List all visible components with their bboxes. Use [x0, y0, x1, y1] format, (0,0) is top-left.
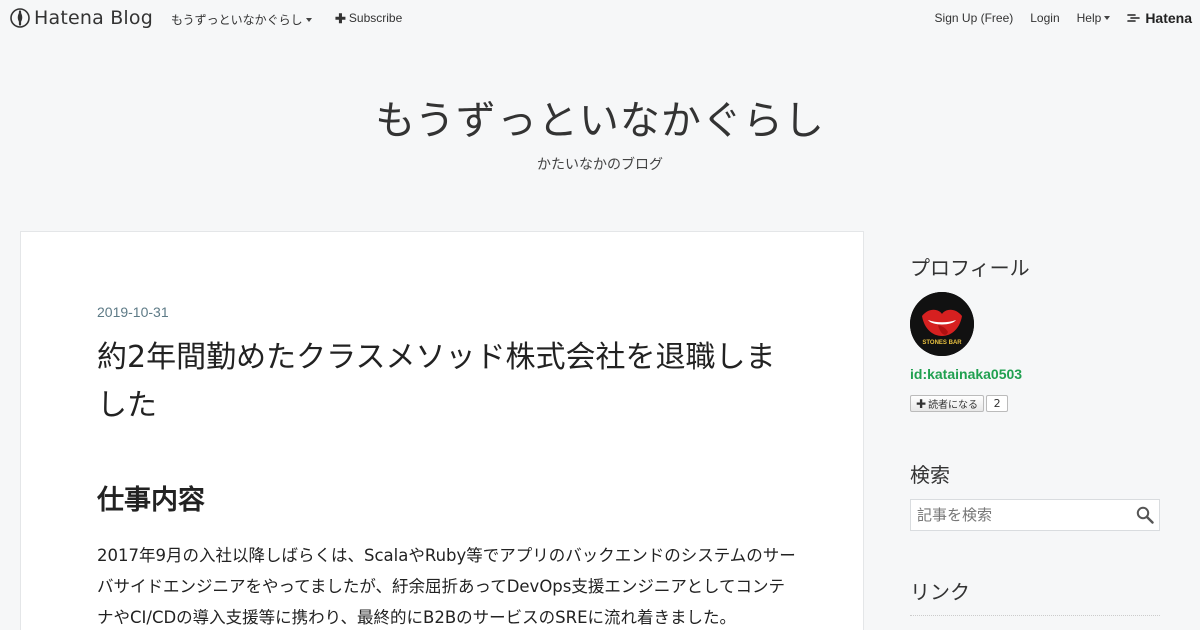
hatena-blog-pen-icon	[10, 8, 30, 28]
blog-title[interactable]: もうずっといなかぐらし	[0, 88, 1200, 146]
help-menu[interactable]: Help	[1077, 11, 1111, 25]
global-header-right: Sign Up (Free) Login Help Hatena	[935, 0, 1200, 36]
entry-date[interactable]: 2019-10-31	[97, 304, 169, 320]
sign-up-link[interactable]: Sign Up (Free)	[935, 11, 1014, 25]
blog-menu-dropdown[interactable]: もうずっといなかぐらし	[171, 11, 312, 28]
plus-icon: ✚	[335, 10, 346, 26]
entry-body-paragraph: 2017年9月の入社以降しばらくは、ScalaやRuby等でアプリのバックエンド…	[97, 546, 796, 627]
global-header: Hatena Blog もうずっといなかぐらし ✚ Subscribe Sign…	[0, 0, 1200, 36]
blog-description: かたいなかのブログ	[537, 157, 663, 173]
subscribe-label: Subscribe	[348, 11, 403, 25]
plus-icon: ✚	[916, 396, 927, 411]
caret-down-icon	[1104, 16, 1111, 20]
become-reader-label: 読者になる	[928, 400, 979, 411]
search-heading: 検索	[910, 463, 950, 487]
become-reader-button[interactable]: ✚ 読者になる	[910, 395, 985, 412]
login-link[interactable]: Login	[1030, 11, 1059, 25]
reader-row: ✚ 読者になる 2	[910, 395, 1009, 412]
hatena-logo[interactable]: Hatena	[1127, 10, 1192, 26]
profile-id-link[interactable]: id:katainaka0503	[910, 366, 1022, 382]
avatar[interactable]: STONES BAR	[910, 292, 974, 356]
stones-bar-lips-icon	[910, 292, 974, 356]
hatena-blog-logo[interactable]: Hatena Blog	[10, 7, 153, 29]
search-icon[interactable]	[1136, 506, 1154, 524]
avatar-text: STONES BAR	[922, 340, 962, 346]
reader-count[interactable]: 2	[986, 395, 1009, 412]
links-divider	[910, 615, 1160, 616]
section-heading: 仕事内容	[97, 485, 205, 516]
subscribe-button[interactable]: ✚ Subscribe	[335, 11, 402, 25]
hatena-wordmark: Hatena	[1145, 10, 1192, 26]
help-label: Help	[1076, 11, 1102, 25]
entry-title[interactable]: 約2年間勤めたクラスメソッド株式会社を退職しました	[97, 334, 787, 430]
brand-name: Hatena Blog	[34, 7, 153, 29]
caret-down-icon	[305, 17, 312, 22]
blog-menu-label: もうずっといなかぐらし	[171, 13, 303, 27]
hatena-wave-icon	[1127, 14, 1141, 22]
entry-card: 2019-10-31 約2年間勤めたクラスメソッド株式会社を退職しました 仕事内…	[20, 231, 864, 630]
profile-heading: プロフィール	[910, 256, 1030, 280]
search-input[interactable]	[910, 499, 1160, 531]
links-heading: リンク	[910, 580, 970, 604]
